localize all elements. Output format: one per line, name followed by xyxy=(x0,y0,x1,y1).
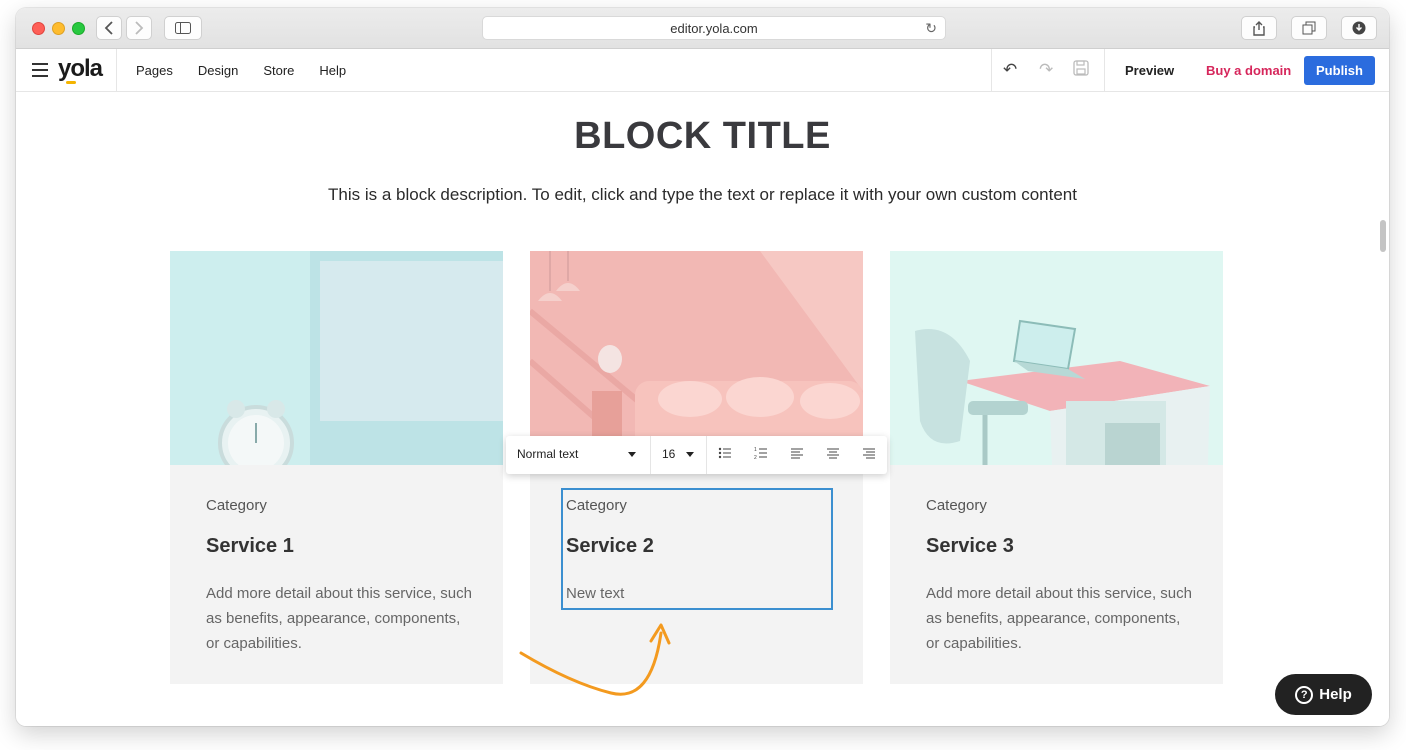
browser-chrome: editor.yola.com ↻ xyxy=(16,8,1389,49)
help-label: Help xyxy=(1319,686,1352,703)
editor-toolbar: yola Pages Design Store Help ↶ ↷ Preview… xyxy=(16,49,1389,92)
block-title[interactable]: BLOCK TITLE xyxy=(16,115,1389,158)
card-detail-edited[interactable]: New text xyxy=(566,581,836,606)
card-image-clock[interactable] xyxy=(170,251,503,465)
align-center-icon[interactable] xyxy=(826,446,840,463)
tabs-button[interactable] xyxy=(1291,16,1327,40)
preview-button[interactable]: Preview xyxy=(1125,63,1174,78)
service-card-3[interactable]: Category Service 3 Add more detail about… xyxy=(890,251,1223,684)
editor-nav: Pages Design Store Help xyxy=(136,49,346,92)
reload-icon[interactable]: ↻ xyxy=(925,20,937,37)
block-description[interactable]: This is a block description. To edit, cl… xyxy=(16,185,1389,205)
help-button[interactable]: ? Help xyxy=(1275,674,1372,715)
card-service-title[interactable]: Service 3 xyxy=(926,535,1014,558)
minimize-window-button[interactable] xyxy=(52,22,65,35)
nav-design[interactable]: Design xyxy=(198,63,238,78)
chevron-down-icon[interactable] xyxy=(686,452,694,457)
publish-button[interactable]: Publish xyxy=(1304,56,1375,85)
download-icon xyxy=(1352,21,1366,35)
canvas-scrollbar[interactable] xyxy=(1380,220,1386,252)
chevron-down-icon[interactable] xyxy=(628,452,636,457)
nav-help[interactable]: Help xyxy=(319,63,346,78)
yola-logo: yola xyxy=(58,55,103,84)
annotation-arrow xyxy=(519,623,671,696)
save-icon[interactable] xyxy=(1073,60,1089,81)
url-text: editor.yola.com xyxy=(670,20,758,36)
card-service-title[interactable]: Service 2 xyxy=(566,535,654,558)
sidebar-icon xyxy=(175,22,191,34)
card-image-sofa[interactable] xyxy=(530,251,863,465)
share-button[interactable] xyxy=(1241,16,1277,40)
card-detail[interactable]: Add more detail about this service, such… xyxy=(926,581,1196,656)
card-image-desk[interactable] xyxy=(890,251,1223,465)
chevron-left-icon xyxy=(104,21,113,35)
align-right-icon[interactable] xyxy=(862,446,876,463)
close-window-button[interactable] xyxy=(32,22,45,35)
service-card-1[interactable]: Category Service 1 Add more detail about… xyxy=(170,251,503,684)
question-icon: ? xyxy=(1295,685,1314,704)
nav-pages[interactable]: Pages xyxy=(136,63,173,78)
sidebar-toggle-button[interactable] xyxy=(164,16,202,40)
menu-icon[interactable] xyxy=(32,63,48,77)
svg-text:1: 1 xyxy=(754,447,757,453)
card-category[interactable]: Category xyxy=(926,497,987,514)
align-left-icon[interactable] xyxy=(790,446,804,463)
undo-icon[interactable]: ↶ xyxy=(1003,60,1017,80)
browser-window: editor.yola.com ↻ yola Pages Design Stor… xyxy=(16,8,1389,726)
zoom-window-button[interactable] xyxy=(72,22,85,35)
forward-button[interactable] xyxy=(126,16,152,40)
redo-icon[interactable]: ↷ xyxy=(1039,60,1053,80)
tabs-icon xyxy=(1302,21,1316,35)
back-button[interactable] xyxy=(96,16,122,40)
editor-canvas: BLOCK TITLE This is a block description.… xyxy=(16,93,1389,726)
card-category[interactable]: Category xyxy=(566,497,627,514)
bullet-list-icon[interactable] xyxy=(718,446,732,463)
svg-text:2: 2 xyxy=(754,455,757,460)
card-category[interactable]: Category xyxy=(206,497,267,514)
card-detail[interactable]: Add more detail about this service, such… xyxy=(206,581,476,656)
card-service-title[interactable]: Service 1 xyxy=(206,535,294,558)
downloads-button[interactable] xyxy=(1341,16,1377,40)
font-size-select[interactable]: 16 xyxy=(662,447,675,461)
text-style-select[interactable]: Normal text xyxy=(517,447,578,461)
share-icon xyxy=(1253,20,1265,36)
chevron-right-icon xyxy=(135,21,144,35)
text-format-toolbar: Normal text 16 12 xyxy=(506,436,887,474)
numbered-list-icon[interactable]: 12 xyxy=(754,446,768,463)
nav-store[interactable]: Store xyxy=(263,63,294,78)
buy-domain-button[interactable]: Buy a domain xyxy=(1206,63,1291,78)
address-bar[interactable]: editor.yola.com ↻ xyxy=(482,16,946,40)
logo-text: yola xyxy=(58,55,103,82)
